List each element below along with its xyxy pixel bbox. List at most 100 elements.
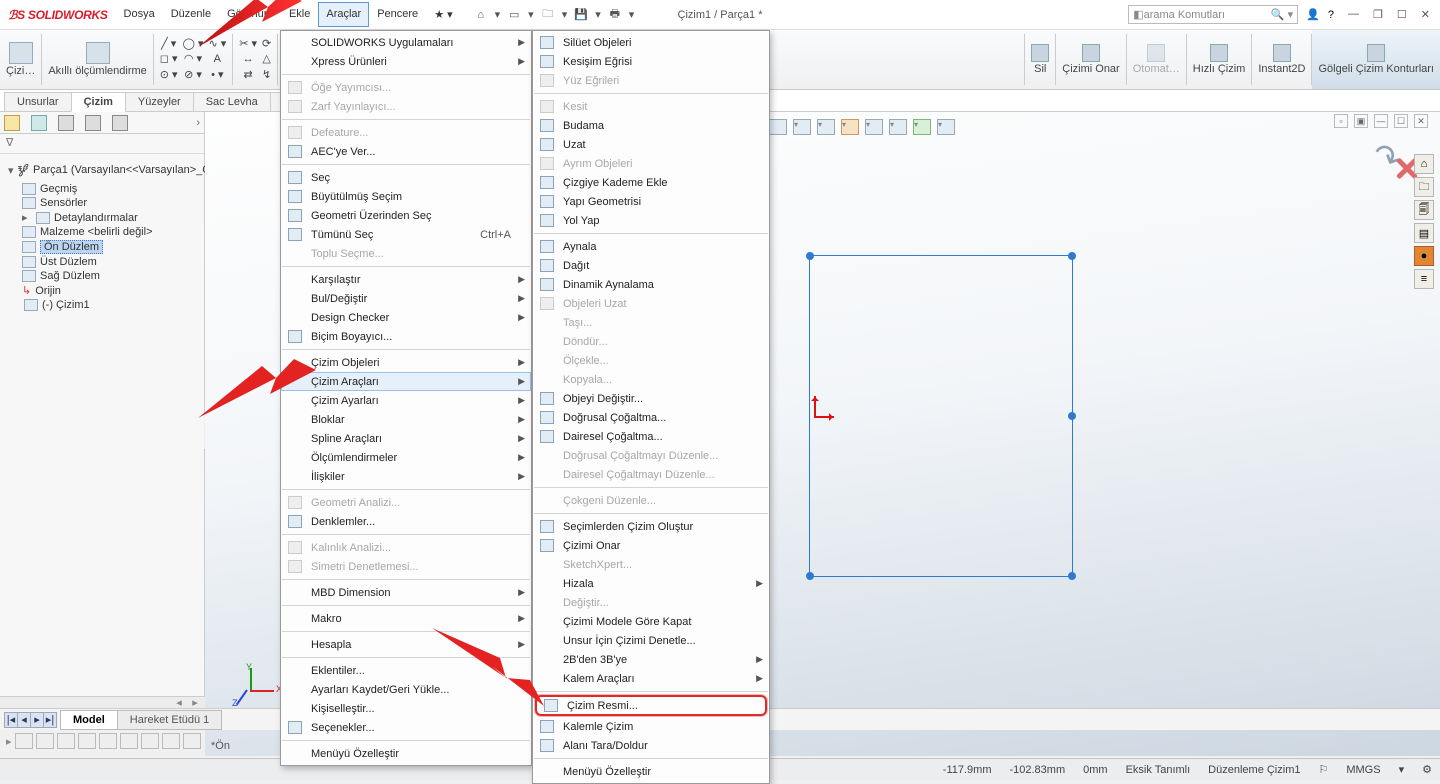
select-more4-icon[interactable] — [183, 733, 201, 749]
menu-item[interactable]: Hizala▶ — [533, 574, 769, 593]
select-more3-icon[interactable] — [162, 733, 180, 749]
tree-annotations[interactable]: ▸Detaylandırmalar — [2, 210, 202, 225]
menu-item[interactable]: Dağıt — [533, 256, 769, 275]
tab-unsurlar[interactable]: Unsurlar — [4, 92, 72, 111]
tp-properties-icon[interactable]: ≡ — [1414, 269, 1434, 289]
gw-max-icon[interactable]: ☐ — [1394, 114, 1408, 128]
qat-save-icon[interactable]: 💾 — [571, 5, 591, 25]
tree-top-plane[interactable]: Üst Düzlem — [2, 255, 202, 269]
menu-item[interactable]: Geometri Üzerinden Seç — [281, 206, 531, 225]
sketch-rectangle[interactable] — [809, 255, 1073, 577]
sketch-point[interactable] — [806, 572, 814, 580]
menu-pin-icon[interactable]: ★ ▾ — [426, 2, 460, 27]
menu-item[interactable]: Objeyi Değiştir... — [533, 389, 769, 408]
menu-item[interactable]: Dinamik Aynalama — [533, 275, 769, 294]
maximize-button[interactable]: ☐ — [1397, 8, 1407, 21]
user-icon[interactable]: 👤 — [1306, 8, 1320, 21]
sketch-point[interactable] — [1068, 572, 1076, 580]
select-more-icon[interactable] — [120, 733, 138, 749]
menu-item[interactable]: Kalem Araçları▶ — [533, 669, 769, 688]
menu-item[interactable]: Çizgiye Kademe Ekle — [533, 173, 769, 192]
tree-material[interactable]: Malzeme <belirli değil> — [2, 225, 202, 239]
fm-tab-3[interactable] — [58, 115, 74, 131]
view-orientation-icon[interactable] — [841, 119, 859, 135]
help-icon[interactable]: ? — [1328, 9, 1334, 21]
menu-item[interactable]: Unsur İçin Çizimi Denetle... — [533, 631, 769, 650]
menu-item[interactable]: AEC'ye Ver... — [281, 142, 531, 161]
ribbon-smart-dim[interactable]: Akıllı ölçümlendirme — [42, 30, 152, 89]
menu-item[interactable]: Uzat — [533, 135, 769, 154]
tp-library-icon[interactable]: 🗀 — [1414, 177, 1434, 197]
tab-last-icon[interactable]: ▸| — [43, 712, 57, 728]
fm-tab-1[interactable] — [4, 115, 20, 131]
menu-item[interactable]: Xpress Ürünleri▶ — [281, 52, 531, 71]
menu-item[interactable]: Silüet Objeleri — [533, 33, 769, 52]
view-section-icon[interactable] — [817, 119, 835, 135]
select-cursor-icon[interactable] — [15, 733, 33, 749]
tab-model[interactable]: Model — [60, 710, 118, 730]
menu-item[interactable]: Spline Araçları▶ — [281, 429, 531, 448]
view-appearance-icon[interactable] — [913, 119, 931, 135]
tab-sac-levha[interactable]: Sac Levha — [193, 92, 271, 111]
menu-item[interactable]: İlişkiler▶ — [281, 467, 531, 486]
select-other-icon[interactable] — [78, 733, 96, 749]
ribbon-delete[interactable]: Sil — [1025, 30, 1055, 89]
menu-item[interactable]: Dairesel Çoğaltma... — [533, 427, 769, 446]
view-zoom-fit-icon[interactable] — [769, 119, 787, 135]
menu-item[interactable]: Tümünü SeçCtrl+A — [281, 225, 531, 244]
search-commands-input[interactable]: ◧ arama Komutları 🔍 ▾ — [1128, 5, 1298, 24]
tree-root[interactable]: ▾🝳Parça1 (Varsayılan<<Varsayılan>_Gö — [2, 158, 202, 182]
tab-cizim[interactable]: Çizim — [71, 92, 126, 112]
tp-home-icon[interactable]: ⌂ — [1414, 154, 1434, 174]
qat-new-icon[interactable]: ▭ — [504, 5, 524, 25]
view-hide-show-icon[interactable] — [889, 119, 907, 135]
gw-split-icon[interactable]: ▫ — [1334, 114, 1348, 128]
gw-min-icon[interactable]: — — [1374, 114, 1388, 128]
select-filter-icon[interactable] — [99, 733, 117, 749]
fm-tab-5[interactable] — [112, 115, 128, 131]
gw-tile-icon[interactable]: ▣ — [1354, 114, 1368, 128]
tree-origin[interactable]: ↳Orijin — [2, 283, 202, 298]
fm-filter[interactable]: ∇ — [0, 134, 204, 154]
select-lasso-icon[interactable] — [57, 733, 75, 749]
qat-home-icon[interactable]: ⌂ — [471, 5, 491, 25]
menu-araclar[interactable]: Araçlar — [318, 2, 369, 27]
restore-button[interactable]: ❐ — [1373, 8, 1383, 21]
status-gear-icon[interactable]: ⚙ — [1422, 763, 1432, 776]
menu-item[interactable]: Çizim Ayarları▶ — [281, 391, 531, 410]
fm-tab-2[interactable] — [31, 115, 47, 131]
menu-item[interactable]: Menüyü Özelleştir — [281, 744, 531, 763]
menu-item[interactable]: Alanı Tara/Doldur — [533, 736, 769, 755]
menu-item[interactable]: Bloklar▶ — [281, 410, 531, 429]
menu-item[interactable]: Kesişim Eğrisi — [533, 52, 769, 71]
sketch-point[interactable] — [806, 252, 814, 260]
menu-item[interactable]: Çizim Objeleri▶ — [281, 353, 531, 372]
menu-item[interactable]: Design Checker▶ — [281, 308, 531, 327]
select-box-icon[interactable] — [36, 733, 54, 749]
menu-item[interactable]: SOLIDWORKS Uygulamaları▶ — [281, 33, 531, 52]
menu-item[interactable]: Bul/Değiştir▶ — [281, 289, 531, 308]
menu-item[interactable]: Çizimi Onar — [533, 536, 769, 555]
tree-front-plane[interactable]: Ön Düzlem — [2, 239, 202, 255]
menu-item[interactable]: Karşılaştır▶ — [281, 270, 531, 289]
ribbon-instant2d[interactable]: Instant2D — [1252, 30, 1311, 89]
menu-item[interactable]: 2B'den 3B'ye▶ — [533, 650, 769, 669]
gw-close-icon[interactable]: ✕ — [1414, 114, 1428, 128]
menu-item[interactable]: Budama — [533, 116, 769, 135]
view-zoom-icon[interactable] — [793, 119, 811, 135]
menu-pencere[interactable]: Pencere — [369, 2, 426, 27]
horizontal-scrollbar[interactable]: ◂▸ — [0, 696, 205, 708]
select-more2-icon[interactable] — [141, 733, 159, 749]
menu-item[interactable]: Büyütülmüş Seçim — [281, 187, 531, 206]
view-scene-icon[interactable] — [937, 119, 955, 135]
menu-item[interactable]: Aynala — [533, 237, 769, 256]
menu-item[interactable]: Kalemle Çizim — [533, 717, 769, 736]
fm-tab-4[interactable] — [85, 115, 101, 131]
ribbon-shaded-contours[interactable]: Gölgeli Çizim Konturları — [1312, 30, 1440, 89]
status-units[interactable]: MMGS — [1346, 764, 1380, 776]
tab-motion-study[interactable]: Hareket Etüdü 1 — [117, 710, 223, 730]
menu-dosya[interactable]: Dosya — [116, 2, 163, 27]
tab-prev-icon[interactable]: ◂ — [17, 712, 31, 728]
menu-item[interactable]: Biçim Boyayıcı... — [281, 327, 531, 346]
sketch-point[interactable] — [1068, 412, 1076, 420]
